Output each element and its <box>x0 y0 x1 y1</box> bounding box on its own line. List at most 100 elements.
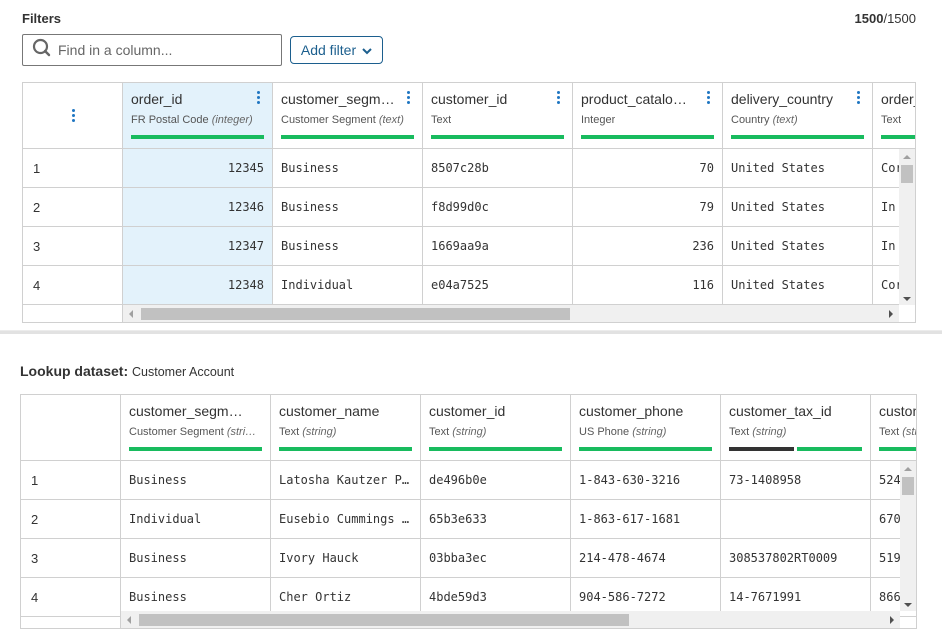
vertical-scrollbar[interactable] <box>900 461 916 611</box>
column-header-customer_tax_id[interactable]: customer_tax_id Text (string) <box>721 395 871 461</box>
table-cell[interactable]: 8507c28b <box>423 149 573 188</box>
table-cell[interactable]: United States <box>723 149 873 188</box>
column-header-product_catalo[interactable]: product_catalo… Integer <box>573 83 723 149</box>
table-cell[interactable]: 116 <box>573 266 723 305</box>
table-cell[interactable]: 12347 <box>123 227 273 266</box>
table-cell[interactable]: Individual <box>121 500 271 539</box>
table-cell[interactable]: f8d99d0c <box>423 188 573 227</box>
table-cell[interactable]: 12348 <box>123 266 273 305</box>
column-name: customer_segm… <box>281 91 395 107</box>
column-storage-type: (integer) <box>211 114 253 126</box>
validity-bar <box>131 135 264 139</box>
scroll-up-arrow-icon[interactable] <box>903 155 911 159</box>
column-storage-type: (string) <box>752 426 787 438</box>
validity-bar <box>129 447 262 451</box>
column-menu-icon[interactable] <box>705 91 711 105</box>
validity-bar <box>431 135 564 139</box>
validity-bar <box>581 135 714 139</box>
table-cell[interactable]: 12345 <box>123 149 273 188</box>
vertical-scroll-thumb[interactable] <box>901 165 913 183</box>
table-cell[interactable] <box>721 500 871 539</box>
column-header-customer_id[interactable]: customer_id Text <box>423 83 573 149</box>
column-menu-icon[interactable] <box>405 91 411 105</box>
horizontal-scrollbar[interactable] <box>123 305 899 322</box>
table-cell[interactable]: Eusebio Cummings P… <box>271 500 421 539</box>
table-cell[interactable]: Business <box>273 149 423 188</box>
table-cell[interactable]: 79 <box>573 188 723 227</box>
table-cell[interactable]: Business <box>273 227 423 266</box>
column-name: customer_segment <box>129 403 247 419</box>
scroll-left-arrow-icon[interactable] <box>129 310 133 318</box>
column-header-delivery_country[interactable]: delivery_country Country (text) <box>723 83 873 149</box>
scroll-down-arrow-icon[interactable] <box>903 297 911 301</box>
panel-divider[interactable] <box>0 330 942 334</box>
row-number: 2 <box>23 188 123 227</box>
search-input[interactable] <box>58 42 268 58</box>
column-header-customer_name[interactable]: customer_name Text (string) <box>271 395 421 461</box>
table-cell[interactable]: 236 <box>573 227 723 266</box>
table-cell[interactable]: Business <box>121 539 271 578</box>
filters-panel: Filters 1500/1500 Add filter order_id FR … <box>0 0 942 330</box>
table-cell[interactable]: Ivory Hauck <box>271 539 421 578</box>
scroll-right-arrow-icon[interactable] <box>889 310 893 318</box>
kebab-menu-icon[interactable] <box>70 109 76 123</box>
column-search[interactable] <box>22 34 282 66</box>
column-menu-icon[interactable] <box>855 91 861 105</box>
horizontal-scroll-thumb[interactable] <box>141 308 570 320</box>
table-cell[interactable]: United States <box>723 227 873 266</box>
column-header-custom[interactable]: custom Text (str <box>871 395 916 461</box>
table-cell[interactable]: e04a7525 <box>423 266 573 305</box>
table-cell[interactable]: Business <box>273 188 423 227</box>
table-cell[interactable]: 308537802RT0009 <box>721 539 871 578</box>
table-cell[interactable]: 12346 <box>123 188 273 227</box>
validity-bar <box>881 135 915 139</box>
table-cell[interactable]: 1-863-617-1681 <box>571 500 721 539</box>
scroll-down-arrow-icon[interactable] <box>904 603 912 607</box>
column-header-order_id[interactable]: order_id FR Postal Code (integer) <box>123 83 273 149</box>
row-count-total: /1500 <box>883 11 916 26</box>
column-storage-type: (string) <box>302 426 337 438</box>
table-cell[interactable]: United States <box>723 188 873 227</box>
column-menu-icon[interactable] <box>555 91 561 105</box>
table-cell[interactable]: 73-1408958 <box>721 461 871 500</box>
column-menu-icon[interactable] <box>255 91 261 105</box>
table-cell[interactable]: Individual <box>273 266 423 305</box>
column-header-customer_id[interactable]: customer_id Text (string) <box>421 395 571 461</box>
column-name: customer_tax_id <box>729 403 832 419</box>
column-name: customer_id <box>431 91 508 107</box>
table-cell[interactable]: 03bba3ec <box>421 539 571 578</box>
vertical-scroll-thumb[interactable] <box>902 477 914 495</box>
scroll-right-arrow-icon[interactable] <box>890 616 894 624</box>
table-cell[interactable]: 70 <box>573 149 723 188</box>
horizontal-scrollbar[interactable] <box>121 611 900 628</box>
column-meaning: Text <box>431 114 452 126</box>
column-header-customer_phone[interactable]: customer_phone US Phone (string) <box>571 395 721 461</box>
vertical-scrollbar[interactable] <box>899 149 915 305</box>
table-cell[interactable]: 1-843-630-3216 <box>571 461 721 500</box>
column-header-order_[interactable]: order_ Text <box>873 83 915 149</box>
row-number: 4 <box>21 578 121 617</box>
validity-bar <box>729 447 862 451</box>
validity-bar <box>879 447 916 451</box>
add-filter-button[interactable]: Add filter <box>290 36 383 64</box>
table-cell[interactable]: 1669aa9a <box>423 227 573 266</box>
column-meaning: Text (string) <box>279 426 337 438</box>
column-name: product_catalo… <box>581 91 687 107</box>
table-cell[interactable]: 65b3e633 <box>421 500 571 539</box>
column-meaning: Text <box>881 114 902 126</box>
scroll-up-arrow-icon[interactable] <box>904 467 912 471</box>
column-name: customer_name <box>279 403 380 419</box>
column-meaning: Country (text) <box>731 114 798 126</box>
table-cell[interactable]: Latosha Kautzer PhD <box>271 461 421 500</box>
table-cell[interactable]: de496b0e <box>421 461 571 500</box>
table-cell[interactable]: United States <box>723 266 873 305</box>
column-header-customer_segment[interactable]: customer_segment Customer Segment (stri… <box>121 395 271 461</box>
column-meaning: FR Postal Code (integer) <box>131 114 253 126</box>
horizontal-scroll-thumb[interactable] <box>139 614 629 626</box>
table-cell[interactable]: 214-478-4674 <box>571 539 721 578</box>
add-filter-label: Add filter <box>300 42 357 58</box>
scroll-left-arrow-icon[interactable] <box>127 616 131 624</box>
column-meaning: Integer <box>581 114 616 126</box>
table-cell[interactable]: Business <box>121 461 271 500</box>
column-header-customer_segm[interactable]: customer_segm… Customer Segment (text) <box>273 83 423 149</box>
